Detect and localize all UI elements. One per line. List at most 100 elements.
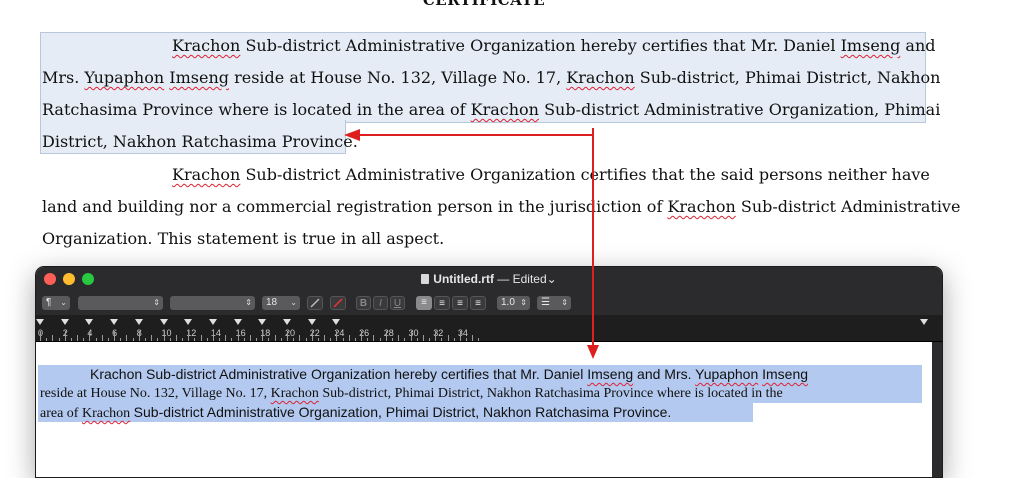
format-toolbar: ¶ ⌄ ⇕ ⇕ 18 ⌄ B I U ≡ ≡ ≡ ≡ 1.0 ⇕ ☰ ⇕	[36, 291, 942, 316]
chevron-down-icon: ⌄	[290, 298, 297, 307]
ruler-tick	[361, 331, 363, 341]
ruler-minor-tick	[441, 338, 443, 341]
ruler-minor-tick	[398, 335, 400, 341]
ruler-tick	[287, 331, 288, 341]
ruler-tick	[64, 331, 66, 341]
tab-stop-marker[interactable]	[110, 319, 119, 325]
document-title: CERTIFICATE	[422, 0, 546, 9]
ruler-minor-tick	[95, 338, 97, 341]
italic-button[interactable]: I	[373, 296, 388, 310]
ruler-minor-tick	[70, 338, 72, 341]
ruler-minor-tick	[373, 335, 375, 341]
ruler-tick	[311, 331, 313, 341]
ruler-minor-tick	[348, 335, 350, 341]
ruler-minor-tick	[330, 338, 332, 341]
underline-button[interactable]: U	[390, 296, 405, 310]
ruler-minor-tick	[268, 338, 270, 341]
ruler-tick	[40, 331, 41, 341]
tab-stop-marker[interactable]	[332, 319, 341, 325]
vertical-scrollbar[interactable]	[932, 342, 942, 477]
align-right-button[interactable]: ≡	[452, 296, 468, 310]
ruler-minor-tick	[132, 338, 134, 341]
tab-stop-marker[interactable]	[307, 319, 316, 325]
ruler-minor-tick	[107, 338, 109, 341]
align-center-button[interactable]: ≡	[434, 296, 450, 310]
ruler-minor-tick	[77, 335, 79, 341]
ruler-tick	[385, 331, 387, 341]
ruler-minor-tick	[231, 338, 233, 341]
background-color-well[interactable]	[330, 296, 346, 310]
ruler-minor-tick	[478, 338, 480, 341]
ruler-minor-tick	[429, 338, 431, 341]
chevron-down-icon: ⌄	[60, 298, 67, 307]
ruler-minor-tick	[151, 335, 153, 341]
align-left-button[interactable]: ≡	[416, 296, 432, 310]
ruler-tick	[138, 331, 140, 341]
ruler-minor-tick	[144, 338, 146, 341]
paragraph-2-line-3[interactable]: Organization. This statement is true in …	[42, 224, 924, 254]
ruler-tick	[435, 331, 437, 341]
text-color-well[interactable]	[307, 296, 323, 310]
color-swatch-icon	[310, 298, 320, 308]
ruler-minor-tick	[46, 338, 48, 341]
paragraph-1-line-4[interactable]: District, Nakhon Ratchasima Province.	[42, 127, 924, 157]
paragraph-1-line-1[interactable]: Krachon Sub-district Administrative Orga…	[172, 31, 936, 61]
tab-stop-marker[interactable]	[85, 319, 94, 325]
ruler-minor-tick	[367, 338, 369, 341]
ruler-tick	[163, 331, 165, 341]
ruler-minor-tick	[472, 335, 474, 341]
paragraph-2-line-1[interactable]: Krachon Sub-district Administrative Orga…	[172, 160, 930, 190]
chevron-updown-icon: ⇕	[153, 298, 160, 307]
ruler-tick	[212, 331, 214, 341]
align-justify-icon: ≡	[475, 298, 481, 309]
tab-stop-marker[interactable]	[258, 319, 267, 325]
ruler-minor-tick	[200, 335, 202, 341]
ruler-minor-tick	[169, 338, 171, 341]
tab-stop-marker[interactable]	[283, 319, 291, 325]
paragraph-2-line-2[interactable]: land and building nor a commercial regis…	[42, 192, 960, 222]
font-family-popup[interactable]: ⇕	[78, 296, 163, 310]
right-indent-marker[interactable]	[920, 319, 928, 325]
font-typeface-popup[interactable]: ⇕	[170, 296, 255, 310]
bold-button[interactable]: B	[356, 296, 371, 310]
list-popup[interactable]: ☰ ⇕	[537, 296, 571, 310]
window-titlebar[interactable]: Untitled.rtf — Edited⌄	[36, 267, 942, 291]
textedit-window: Untitled.rtf — Edited⌄ ¶ ⌄ ⇕ ⇕ 18 ⌄ B I U …	[35, 266, 943, 478]
ruler[interactable]: 0246810121416182022242628303234	[36, 315, 942, 342]
window-title[interactable]: Untitled.rtf — Edited⌄	[36, 267, 942, 291]
tab-stop-marker[interactable]	[233, 319, 242, 325]
ruler-minor-tick	[194, 338, 196, 341]
tab-stop-marker[interactable]	[134, 319, 143, 325]
ruler-minor-tick	[58, 338, 60, 341]
no-color-icon	[333, 298, 343, 308]
paragraph-1-line-3[interactable]: Ratchasima Province where is located in …	[42, 95, 940, 125]
ruler-minor-tick	[422, 335, 424, 341]
paragraph-style-popup[interactable]: ¶ ⌄	[42, 296, 70, 310]
ruler-minor-tick	[404, 338, 406, 341]
ruler-minor-tick	[126, 335, 128, 341]
ruler-minor-tick	[120, 338, 122, 341]
ruler-tick	[114, 331, 116, 341]
ruler-minor-tick	[157, 338, 159, 341]
chevron-updown-icon: ⇕	[245, 298, 252, 307]
left-indent-marker[interactable]	[36, 319, 44, 325]
font-size-field[interactable]: 18 ⌄	[262, 296, 300, 310]
align-right-icon: ≡	[457, 298, 463, 309]
paragraph-1-line-2[interactable]: Mrs. Yupaphon Imseng reside at House No.…	[42, 63, 940, 93]
ruler-minor-tick	[416, 338, 418, 341]
tab-stop-marker[interactable]	[208, 319, 217, 325]
text-editing-area[interactable]: Krachon Sub-district Administrative Orga…	[36, 342, 942, 477]
align-justify-button[interactable]: ≡	[470, 296, 486, 310]
ruler-minor-tick	[274, 335, 276, 341]
ruler-tick	[410, 331, 412, 341]
pasted-line-3: area of Krachon Sub-district Administrat…	[40, 404, 672, 421]
tab-stop-marker[interactable]	[159, 319, 168, 325]
line-spacing-popup[interactable]: 1.0 ⇕	[497, 296, 530, 310]
tab-stop-marker[interactable]	[184, 319, 193, 325]
pasted-line-2: reside at House No. 132, Village No. 17,…	[40, 386, 783, 401]
ruler-minor-tick	[324, 335, 326, 341]
ruler-minor-tick	[305, 338, 307, 341]
tab-stop-marker[interactable]	[60, 319, 69, 325]
chevron-updown-icon: ⇕	[520, 298, 527, 307]
ruler-minor-tick	[299, 335, 301, 341]
